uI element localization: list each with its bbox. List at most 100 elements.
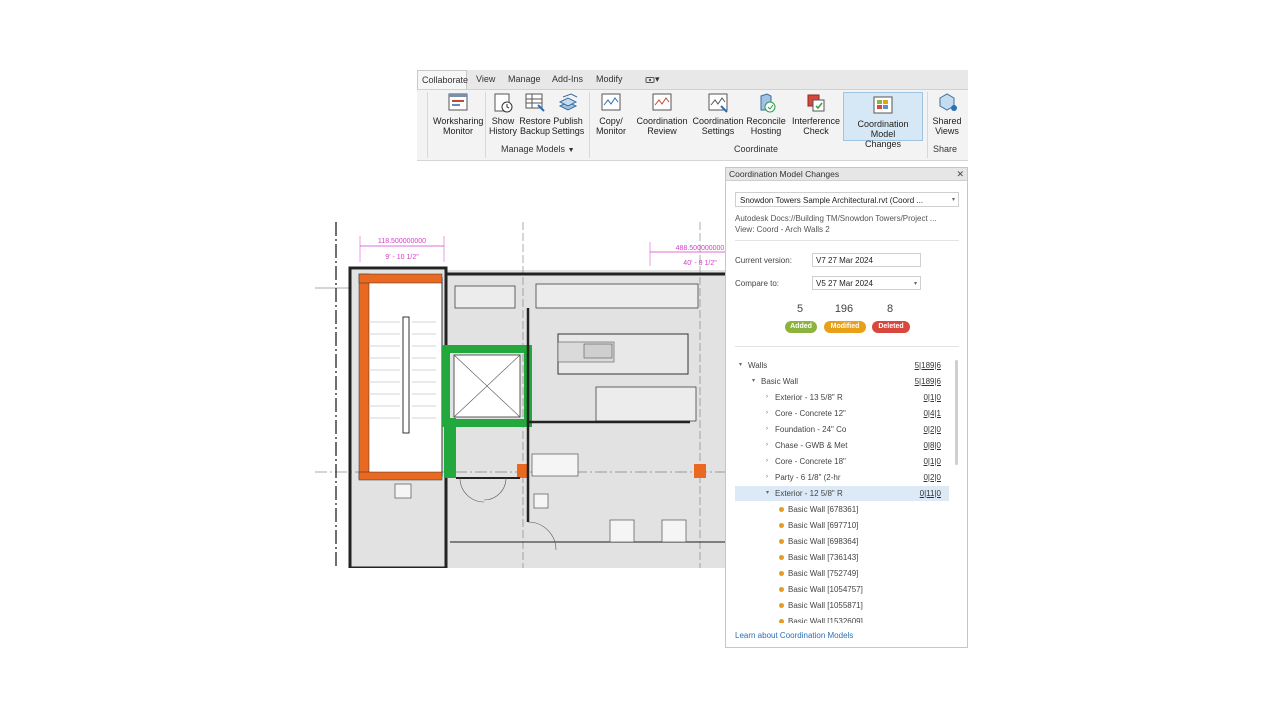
tree-category-item[interactable]: › Exterior - 13 5/8" R 0|1|0 (735, 390, 949, 405)
tree-element-item[interactable]: Basic Wall [1054757] (735, 582, 949, 597)
change-counts-link[interactable]: 0|11|0 (920, 486, 941, 501)
modified-dot-icon (779, 603, 784, 608)
chevron-down-icon: ▾ (951, 197, 955, 203)
tree-category-item[interactable]: › Party - 6 1/8" (2-hr 0|2|0 (735, 470, 949, 485)
tree-category-item[interactable]: › Foundation - 24" Co 0|2|0 (735, 422, 949, 437)
modified-wall[interactable] (358, 273, 443, 284)
group-label-coordinate: Coordinate (734, 144, 779, 154)
tab-add-ins[interactable]: Add-Ins (548, 70, 587, 89)
show-history-button[interactable]: Show History (487, 92, 519, 136)
shared-views-button[interactable]: Shared Views (929, 92, 965, 136)
change-counts-link[interactable]: 0|4|1 (923, 406, 941, 421)
expand-arrow-icon[interactable]: ▾ (739, 358, 742, 373)
publish-settings-button[interactable]: Publish Settings (551, 92, 585, 136)
floor-plan-canvas[interactable]: 118.500000000 9' - 10 1/2" 488.500000000… (310, 222, 726, 568)
reconcile-hosting-button[interactable]: Reconcile Hosting (745, 92, 787, 136)
tab-collaborate[interactable]: Collaborate (417, 70, 468, 89)
change-counts-link[interactable]: 5|189|6 (915, 374, 941, 389)
collapse-arrow-icon[interactable]: › (766, 422, 768, 437)
coordination-settings-button[interactable]: Coordination Settings (691, 92, 745, 136)
interference-check-icon (807, 94, 825, 112)
modified-badge[interactable]: Modified (824, 321, 866, 333)
change-counts-link[interactable]: 0|1|0 (923, 390, 941, 405)
publish-settings-icon (558, 93, 578, 111)
worksharing-monitor-button[interactable]: Worksharing Monitor (433, 92, 483, 136)
close-icon[interactable]: ✕ (956, 168, 964, 181)
modified-wall[interactable] (358, 273, 370, 480)
coordination-review-button[interactable]: Coordination Review (635, 92, 689, 136)
tree-category-item[interactable]: ▾ Basic Wall 5|189|6 (735, 374, 949, 389)
modified-dot-icon (779, 555, 784, 560)
tree-category-item[interactable]: ▾ Walls 5|189|6 (735, 358, 949, 373)
ribbon-separator (589, 92, 590, 158)
tree-item-label: Basic Wall [1532609] (788, 617, 863, 623)
tree-item-label: Exterior - 13 5/8" R (775, 393, 843, 402)
change-counts-link[interactable]: 5|189|6 (915, 358, 941, 373)
deleted-count: 8 (886, 303, 894, 315)
deleted-badge[interactable]: Deleted (872, 321, 910, 333)
coordination-review-icon (652, 93, 672, 111)
tree-element-item[interactable]: Basic Wall [736143] (735, 550, 949, 565)
expand-arrow-icon[interactable]: ▾ (752, 374, 755, 389)
change-counts-link[interactable]: 0|2|0 (923, 470, 941, 485)
collapse-arrow-icon[interactable]: › (766, 454, 768, 469)
added-badge[interactable]: Added (785, 321, 817, 333)
model-path: Autodesk Docs://Building TM/Snowdon Towe… (735, 214, 937, 223)
tree-item-label: Basic Wall [752749] (788, 569, 859, 578)
coordination-model-changes-button[interactable]: Coordination Model Changes (843, 92, 923, 149)
coordination-model-changes-panel: Coordination Model Changes ✕ Snowdon Tow… (725, 167, 968, 648)
tab-context-dropdown[interactable]: ▾ (641, 70, 664, 89)
change-counts-link[interactable]: 0|8|0 (923, 438, 941, 453)
current-version-field: V7 27 Mar 2024 (812, 253, 921, 267)
ribbon: Collaborate View Manage Add-Ins Modify ▾… (417, 70, 968, 161)
floor-plan-drawing: 118.500000000 9' - 10 1/2" 488.500000000… (315, 222, 726, 568)
modified-column[interactable] (694, 464, 706, 478)
tree-item-label: Chase - GWB & Met (775, 441, 848, 450)
coordination-model-changes-icon (873, 96, 893, 114)
tree-category-item[interactable]: › Core - Concrete 12" 0|4|1 (735, 406, 949, 421)
scrollbar[interactable] (955, 360, 958, 465)
restore-backup-button[interactable]: Restore Backup (519, 92, 551, 136)
tree-element-item[interactable]: Basic Wall [698364] (735, 534, 949, 549)
shared-views-icon (939, 93, 957, 111)
tree-element-item[interactable]: Basic Wall [678361] (735, 502, 949, 517)
copy-monitor-icon (601, 93, 621, 111)
modified-wall[interactable] (358, 471, 443, 481)
dimension-text: 118.500000000 (378, 238, 426, 245)
collapse-arrow-icon[interactable]: › (766, 406, 768, 421)
group-label-manage-models[interactable]: Manage Models ▼ (501, 144, 575, 154)
collapse-arrow-icon[interactable]: › (766, 390, 768, 405)
tab-manage[interactable]: Manage (504, 70, 545, 89)
restore-backup-icon (525, 93, 545, 112)
tree-category-item[interactable]: › Core - Concrete 18" 0|1|0 (735, 454, 949, 469)
tree-item-label: Party - 6 1/8" (2-hr (775, 473, 841, 482)
tree-element-item[interactable]: Basic Wall [1055871] (735, 598, 949, 613)
modified-dot-icon (779, 587, 784, 592)
learn-about-coordination-models-link[interactable]: Learn about Coordination Models (735, 631, 853, 640)
change-counts-link[interactable]: 0|1|0 (923, 454, 941, 469)
tree-item-label: Foundation - 24" Co (775, 425, 847, 434)
tab-view[interactable]: View (472, 70, 499, 89)
tree-category-item[interactable]: ▾ Exterior - 12 5/8" R 0|11|0 (735, 486, 949, 501)
tree-element-item[interactable]: Basic Wall [752749] (735, 566, 949, 581)
collapse-arrow-icon[interactable]: › (766, 438, 768, 453)
collapse-arrow-icon[interactable]: › (766, 470, 768, 485)
change-counts-link[interactable]: 0|2|0 (923, 422, 941, 437)
camera-icon (645, 76, 655, 83)
current-version-label: Current version: (735, 256, 792, 265)
tree-element-item[interactable]: Basic Wall [1532609] (735, 614, 949, 623)
interference-check-button[interactable]: Interference Check (791, 92, 841, 136)
reconcile-hosting-icon (760, 93, 776, 113)
compare-to-select[interactable]: V5 27 Mar 2024 ▾ (812, 276, 921, 290)
compare-to-label: Compare to: (735, 279, 780, 288)
modified-shaft-wall[interactable] (444, 418, 456, 478)
tab-modify[interactable]: Modify (592, 70, 627, 89)
tree-element-item[interactable]: Basic Wall [697710] (735, 518, 949, 533)
model-select[interactable]: Snowdon Towers Sample Architectural.rvt … (735, 192, 959, 207)
tree-item-label: Basic Wall [736143] (788, 553, 859, 562)
modified-dot-icon (779, 507, 784, 512)
copy-monitor-button[interactable]: Copy/ Monitor (591, 92, 631, 136)
tree-item-label: Basic Wall [698364] (788, 537, 859, 546)
expand-arrow-icon[interactable]: ▾ (766, 486, 769, 501)
tree-category-item[interactable]: › Chase - GWB & Met 0|8|0 (735, 438, 949, 453)
